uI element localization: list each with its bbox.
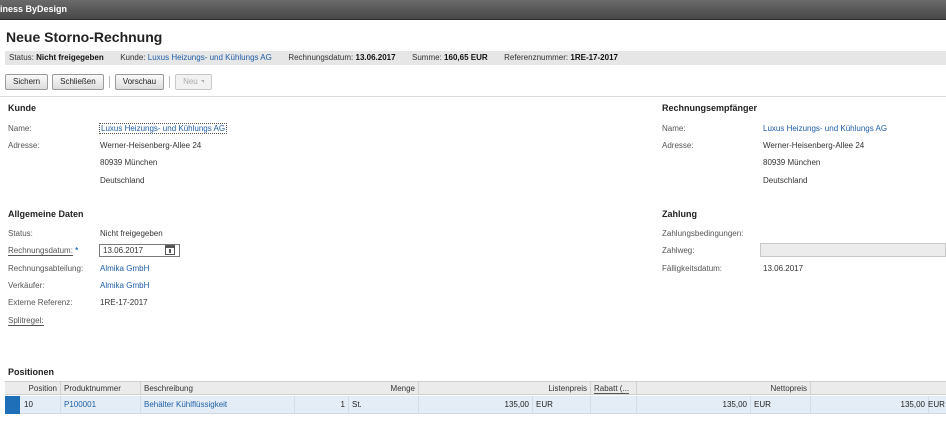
beschreibung-link[interactable]: Behälter Kühlflüssigkeit [144, 400, 227, 409]
produktnummer-link[interactable]: P100001 [64, 400, 96, 409]
col-header-produktnummer[interactable]: Produktnummer [61, 382, 141, 394]
kunde-heading: Kunde [8, 103, 36, 113]
cell-menge-unit: St. [349, 396, 419, 413]
kunde-name-link[interactable]: Luxus Heizungs- und Kühlungs AG [99, 123, 228, 134]
status-label: Status: [9, 53, 34, 62]
toolbar-separator [169, 76, 171, 88]
zahlweg-label: Zahlweg: [662, 246, 695, 255]
app-title: iness ByDesign [0, 4, 68, 14]
allgemeine-daten-heading: Allgemeine Daten [8, 209, 84, 219]
ad-verkaeufer-label: Verkäufer: [8, 281, 45, 290]
col-header-beschreibung-label: Beschreibung [144, 384, 193, 393]
save-button[interactable]: Sichern [5, 74, 49, 90]
ad-status-value: Nicht freigegeben [100, 229, 163, 238]
empfaenger-name-link[interactable]: Luxus Heizungs- und Kühlungs AG [763, 124, 887, 133]
status-value: Nicht freigegeben [36, 53, 104, 62]
cell-position: 10 [21, 396, 61, 413]
cell-nettopreis-currency: EUR [751, 396, 811, 413]
new-button[interactable]: Neu [175, 74, 212, 90]
new-button-label: Neu [183, 77, 198, 86]
dropdown-arrow-icon [200, 80, 204, 84]
ad-rechnungsdatum-label-text: Rechnungsdatum: [8, 246, 73, 256]
summe-currency: EUR [470, 53, 488, 62]
kunde-adresse-street: Werner-Heisenberg-Allee 24 [100, 141, 202, 150]
toolbar-separator [108, 76, 110, 88]
ad-splitregel-label[interactable]: Splitregel: [8, 316, 44, 326]
zahlungsbedingungen-label: Zahlungsbedingungen: [662, 229, 744, 238]
empfaenger-adresse-city: 80939 München [763, 158, 821, 167]
kunde-label: Kunde: [120, 53, 146, 62]
calendar-icon[interactable] [165, 245, 175, 255]
cell-listenpreis: 135,00 [419, 396, 533, 413]
cell-nettopreis: 135,00 [637, 396, 751, 413]
kunde-name-label: Name: [8, 124, 32, 133]
empfaenger-adresse-street: Werner-Heisenberg-Allee 24 [763, 141, 865, 150]
ad-externe-referenz-value: 1RE-17-2017 [100, 298, 148, 307]
cell-gesamt-currency: EUR [928, 400, 945, 409]
col-header-position[interactable]: Position [5, 382, 61, 394]
faelligkeitsdatum-label: Fälligkeitsdatum: [662, 264, 723, 273]
rechnungsempfaenger-heading: Rechnungsempfänger [662, 103, 758, 113]
preview-button[interactable]: Vorschau [114, 74, 165, 90]
ad-splitregel-label-text: Splitregel: [8, 316, 44, 326]
summe-label: Summe: [412, 53, 442, 62]
col-header-beschreibung[interactable]: Beschreibung Menge [141, 382, 419, 394]
row-selection-marker[interactable] [5, 396, 20, 414]
cell-gesamt: 135,00 [811, 396, 929, 413]
toolbar-divider [0, 96, 946, 97]
cell-menge: 1 [295, 396, 349, 413]
faelligkeitsdatum-value: 13.06.2017 [763, 264, 804, 273]
table-row[interactable]: 10 P100001 Behälter Kühlflüssigkeit 1 St… [5, 396, 946, 414]
positionen-heading: Positionen [8, 367, 55, 377]
shell-bar: iness ByDesign [0, 0, 946, 20]
col-header-rabatt[interactable]: Rabatt (... [591, 382, 637, 394]
ad-externe-referenz-label: Externe Referenz: [8, 298, 73, 307]
col-header-gesamt[interactable] [811, 382, 946, 394]
col-header-nettopreis[interactable]: Nettopreis [637, 382, 811, 394]
kunde-link[interactable]: Luxus Heizungs- und Kühlungs AG [148, 53, 272, 62]
ad-rechnungsabteilung-link[interactable]: Almika GmbH [100, 264, 149, 273]
cell-produktnummer: P100001 [61, 396, 141, 413]
col-header-menge-label: Menge [390, 384, 415, 393]
positionen-table-header: Position Produktnummer Beschreibung Menge… [5, 381, 946, 395]
required-icon: * [75, 246, 79, 255]
col-header-rabatt-label: Rabatt (... [594, 384, 630, 394]
ad-status-label: Status: [8, 229, 33, 238]
close-button[interactable]: Schließen [52, 74, 104, 90]
page-title: Neue Storno-Rechnung [6, 29, 163, 45]
empfaenger-adresse-label: Adresse: [662, 141, 694, 150]
kunde-adresse-country: Deutschland [100, 176, 145, 185]
zahlweg-input[interactable] [760, 243, 946, 257]
cell-listenpreis-currency: EUR [533, 396, 591, 413]
ad-rechnungsdatum-label: Rechnungsdatum: * [8, 246, 79, 256]
empfaenger-adresse-country: Deutschland [763, 176, 808, 185]
rechnungsdatum-value: 13.06.2017 [355, 53, 396, 62]
status-strip: Status: Nicht freigegeben Kunde: Luxus H… [5, 51, 946, 65]
empfaenger-name-label: Name: [662, 124, 686, 133]
referenz-value: 1RE-17-2017 [570, 53, 618, 62]
ad-rechnungsabteilung-label: Rechnungsabteilung: [8, 264, 84, 273]
summe-value: 160,65 [444, 53, 469, 62]
kunde-adresse-label: Adresse: [8, 141, 40, 150]
toolbar: Sichern Schließen Vorschau Neu [5, 74, 216, 90]
kunde-adresse-city: 80939 München [100, 158, 158, 167]
rechnungsdatum-label: Rechnungsdatum: [288, 53, 354, 62]
col-header-listenpreis[interactable]: Listenpreis [419, 382, 591, 394]
cell-rabatt [591, 396, 637, 413]
ad-verkaeufer-link[interactable]: Almika GmbH [100, 281, 149, 290]
cell-beschreibung: Behälter Kühlflüssigkeit [141, 396, 295, 413]
referenz-label: Referenznummer: [504, 53, 569, 62]
kunde-name-value: Luxus Heizungs- und Kühlungs AG [99, 123, 228, 134]
zahlung-heading: Zahlung [662, 209, 697, 219]
